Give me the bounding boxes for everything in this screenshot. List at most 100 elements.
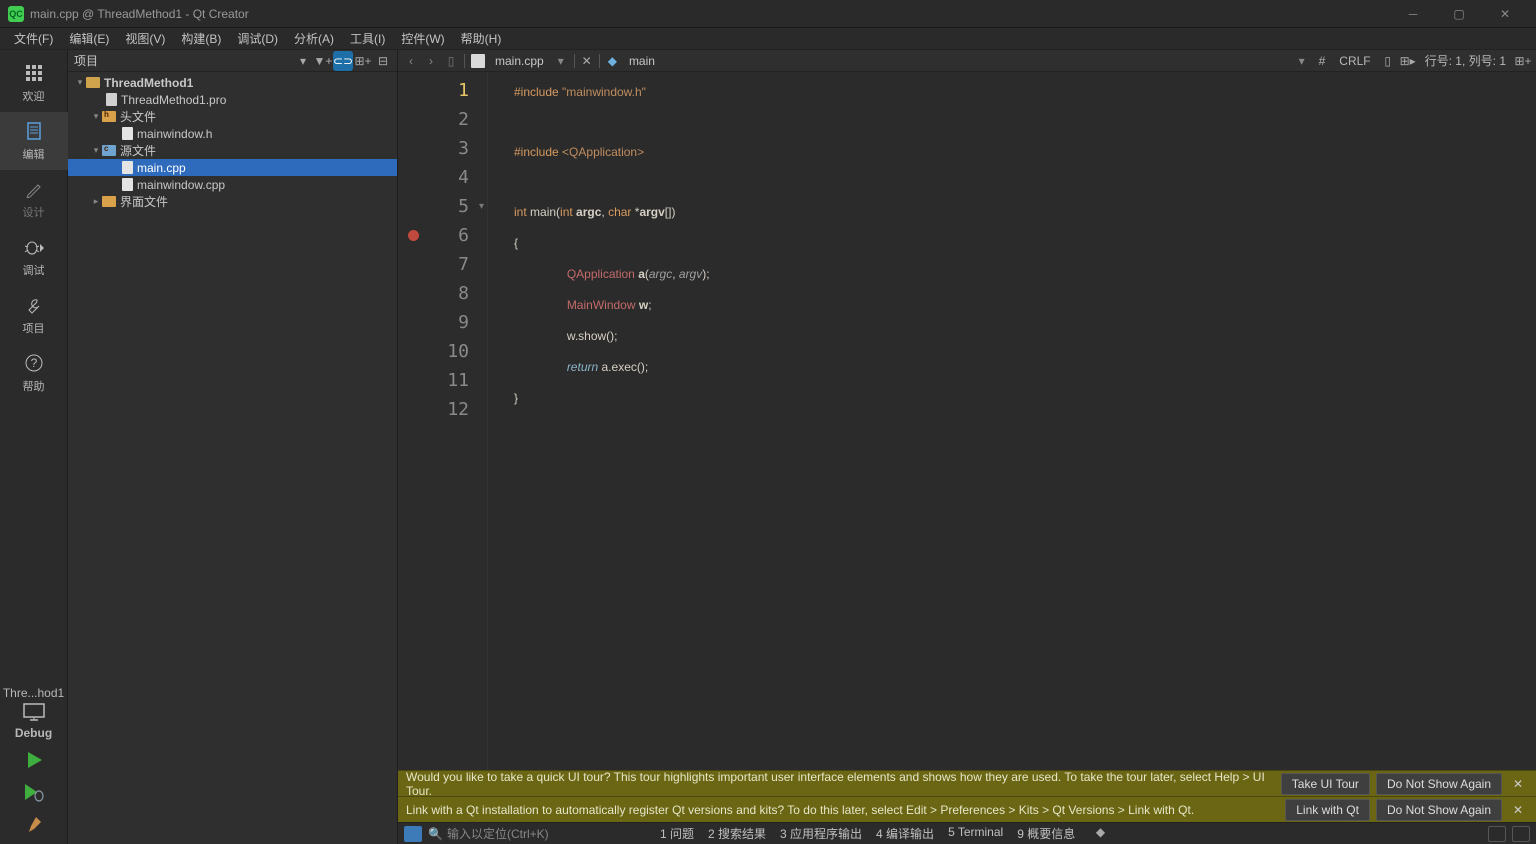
- document-icon: [23, 120, 45, 142]
- grid-icon: [23, 62, 45, 84]
- symbol-dropdown-icon[interactable]: ▾: [1293, 52, 1311, 70]
- encoding-label[interactable]: CRLF: [1333, 54, 1376, 68]
- nav-back-button[interactable]: ‹: [402, 52, 420, 70]
- close-file-button[interactable]: ✕: [579, 54, 595, 68]
- rail-design[interactable]: 设计: [0, 170, 68, 228]
- close-pane-icon[interactable]: ⊟: [373, 51, 393, 71]
- split-editor-icon[interactable]: ⊞▸: [1399, 52, 1417, 70]
- menu-debug[interactable]: 调试(D): [229, 28, 286, 49]
- output-tab-issues[interactable]: 1 问题: [660, 825, 694, 842]
- projects-sidebar: 项目 ▾ ▼+ ⊂⊃ ⊞+ ⊟ ▾ThreadMethod1 ThreadMet…: [68, 50, 398, 844]
- menu-file[interactable]: 文件(F): [6, 28, 61, 49]
- sidebar-title[interactable]: 项目: [72, 52, 293, 69]
- menu-build[interactable]: 构建(B): [173, 28, 229, 49]
- rail-projects[interactable]: 项目: [0, 286, 68, 344]
- line-number[interactable]: 10: [398, 337, 487, 366]
- filter-icon[interactable]: ▼+: [313, 51, 333, 71]
- menu-help[interactable]: 帮助(H): [453, 28, 510, 49]
- menu-widgets[interactable]: 控件(W): [393, 28, 452, 49]
- output-tab-general[interactable]: 9 概要信息: [1017, 825, 1075, 842]
- lock-icon[interactable]: ▯: [1379, 52, 1397, 70]
- output-dropdown-icon[interactable]: ◆: [1089, 825, 1105, 842]
- menu-tools[interactable]: 工具(I): [342, 28, 393, 49]
- menu-analyze[interactable]: 分析(A): [286, 28, 342, 49]
- tree-headers[interactable]: ▾头文件: [68, 108, 397, 125]
- tree-sources[interactable]: ▾源文件: [68, 142, 397, 159]
- folder-label: 界面文件: [120, 193, 168, 210]
- mode-rail: 欢迎 编辑 设计 调试 项目 ? 帮助: [0, 50, 68, 844]
- minimize-button[interactable]: ─: [1390, 0, 1436, 28]
- output-tab-app-output[interactable]: 3 应用程序输出: [780, 825, 862, 842]
- dropdown-icon[interactable]: ▾: [293, 51, 313, 71]
- tree-header-file[interactable]: mainwindow.h: [68, 125, 397, 142]
- line-number[interactable]: 3: [398, 134, 487, 163]
- symbol-crumb[interactable]: main: [623, 54, 661, 68]
- line-number[interactable]: 6: [398, 221, 487, 250]
- svg-text:?: ?: [30, 356, 37, 370]
- sync-editor-icon[interactable]: ⊂⊃: [333, 51, 353, 71]
- rail-help[interactable]: ? 帮助: [0, 344, 68, 402]
- line-number[interactable]: 2: [398, 105, 487, 134]
- output-tab-compile[interactable]: 4 编译输出: [876, 825, 934, 842]
- rail-welcome[interactable]: 欢迎: [0, 54, 68, 112]
- infobar-message: Would you like to take a quick UI tour? …: [406, 770, 1275, 798]
- bookmark-icon[interactable]: ▯: [442, 52, 460, 70]
- close-button[interactable]: ✕: [1482, 0, 1528, 28]
- file-icon: [122, 178, 133, 191]
- pro-file-icon: [106, 93, 117, 106]
- bug-icon: [23, 236, 45, 258]
- folder-label: 源文件: [120, 142, 156, 159]
- build-button[interactable]: [0, 808, 68, 840]
- close-infobar-button[interactable]: ✕: [1508, 803, 1528, 817]
- tree-source-main[interactable]: main.cpp: [68, 159, 397, 176]
- line-number[interactable]: 7: [398, 250, 487, 279]
- close-infobar-button[interactable]: ✕: [1508, 777, 1528, 791]
- do-not-show-button[interactable]: Do Not Show Again: [1376, 799, 1502, 821]
- tree-project[interactable]: ▾ThreadMethod1: [68, 74, 397, 91]
- line-number[interactable]: 5▾: [398, 192, 487, 221]
- help-icon: ?: [23, 352, 45, 374]
- split-icon[interactable]: ⊞+: [353, 51, 373, 71]
- line-number[interactable]: 1: [398, 76, 487, 105]
- line-col-label[interactable]: 行号: 1, 列号: 1: [1419, 52, 1512, 69]
- tree-pro-file[interactable]: ThreadMethod1.pro: [68, 91, 397, 108]
- nav-forward-button[interactable]: ›: [422, 52, 440, 70]
- debug-run-button[interactable]: [0, 776, 68, 808]
- hash-label[interactable]: #: [1313, 54, 1332, 68]
- output-tab-search[interactable]: 2 搜索结果: [708, 825, 766, 842]
- do-not-show-button[interactable]: Do Not Show Again: [1376, 773, 1502, 795]
- kit-selector[interactable]: Thre...hod1 Debug: [0, 682, 68, 744]
- toggle-right-sidebar-button[interactable]: [1512, 826, 1530, 842]
- kit-project: Thre...hod1: [0, 686, 68, 700]
- locator-input[interactable]: 🔍 输入以定位(Ctrl+K): [428, 825, 648, 842]
- project-tree[interactable]: ▾ThreadMethod1 ThreadMethod1.pro ▾头文件 ma…: [68, 72, 397, 844]
- split-vertical-icon[interactable]: ⊞+: [1514, 52, 1532, 70]
- file-dropdown-icon[interactable]: ▾: [552, 52, 570, 70]
- rail-edit[interactable]: 编辑: [0, 112, 68, 170]
- file-label: mainwindow.h: [137, 127, 212, 141]
- line-number[interactable]: 8: [398, 279, 487, 308]
- gutter[interactable]: 1 2 3 4 5▾ 6 7 8 9 10 11 12: [398, 72, 488, 770]
- menu-edit[interactable]: 编辑(E): [61, 28, 117, 49]
- breakpoint-icon[interactable]: [408, 230, 419, 241]
- run-button[interactable]: [0, 744, 68, 776]
- rail-label: 欢迎: [23, 88, 45, 104]
- line-number[interactable]: 4: [398, 163, 487, 192]
- code-editor[interactable]: #include "mainwindow.h" #include <QAppli…: [488, 72, 1536, 770]
- fold-icon[interactable]: ▾: [479, 201, 484, 212]
- take-tour-button[interactable]: Take UI Tour: [1281, 773, 1370, 795]
- toggle-sidebar-button[interactable]: [404, 826, 422, 842]
- qt-logo-icon: QC: [8, 6, 24, 22]
- maximize-button[interactable]: ▢: [1436, 0, 1482, 28]
- line-number[interactable]: 11: [398, 366, 487, 395]
- file-crumb[interactable]: main.cpp: [489, 54, 550, 68]
- link-qt-button[interactable]: Link with Qt: [1285, 799, 1370, 821]
- progress-button[interactable]: [1488, 826, 1506, 842]
- menu-view[interactable]: 视图(V): [117, 28, 173, 49]
- rail-debug[interactable]: 调试: [0, 228, 68, 286]
- tree-source-mainwindow[interactable]: mainwindow.cpp: [68, 176, 397, 193]
- output-tab-terminal[interactable]: 5 Terminal: [948, 825, 1003, 842]
- line-number[interactable]: 9: [398, 308, 487, 337]
- line-number[interactable]: 12: [398, 395, 487, 424]
- tree-forms[interactable]: ▸界面文件: [68, 193, 397, 210]
